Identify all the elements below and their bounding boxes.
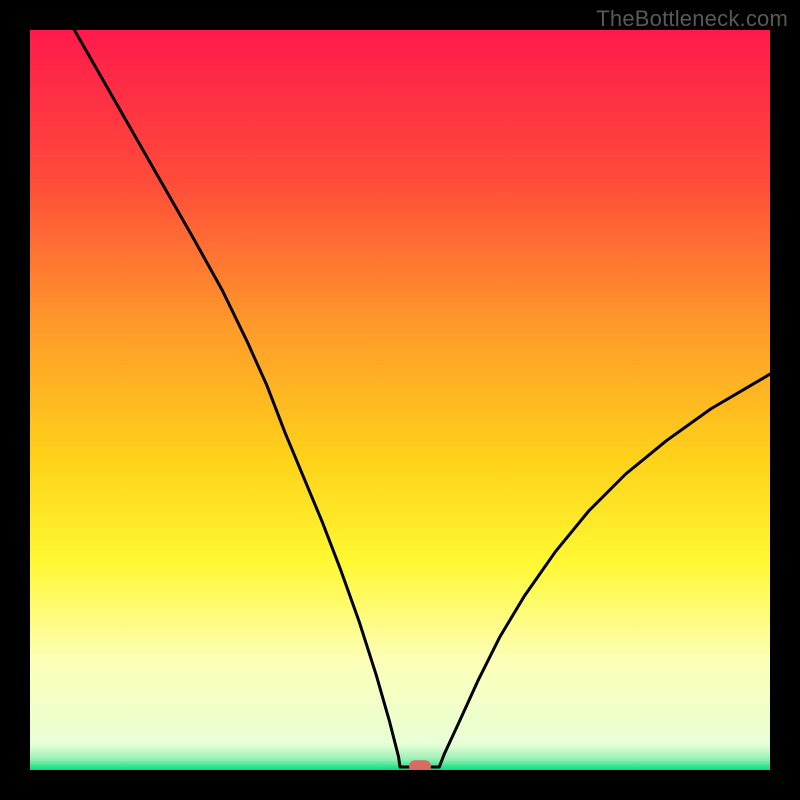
optimal-point-marker [409,760,431,770]
watermark-text: TheBottleneck.com [596,6,788,32]
plot-area [30,30,770,770]
chart-frame: TheBottleneck.com [0,0,800,800]
gradient-background [30,30,770,770]
chart-svg [30,30,770,770]
